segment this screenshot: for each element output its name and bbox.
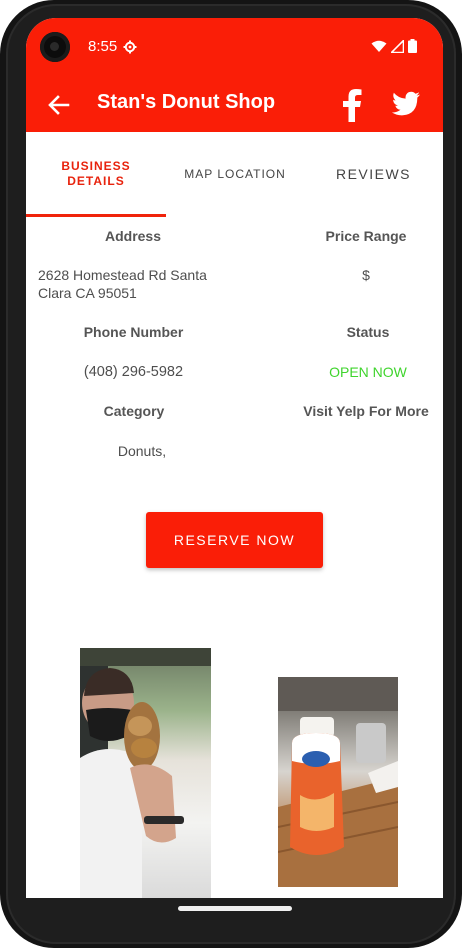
reserve-now-button[interactable]: RESERVE NOW (146, 512, 323, 568)
photo-customer-with-donut[interactable] (80, 648, 211, 898)
twitter-icon[interactable] (391, 90, 421, 118)
wifi-icon (371, 40, 387, 52)
facebook-icon[interactable] (340, 88, 364, 122)
photo-creamer-illustration (278, 677, 398, 887)
app-screen: 8:55 Stan's Donut Shop BUSINESS DETAILS … (26, 18, 443, 898)
app-bar: Stan's Donut Shop (26, 76, 443, 132)
tab-reviews-label: REVIEWS (335, 166, 412, 182)
phone-device: 8:55 Stan's Donut Shop BUSINESS DETAILS … (0, 0, 462, 948)
status-bar: 8:55 (26, 18, 443, 76)
status-label: Status (346, 324, 390, 340)
battery-icon (408, 39, 417, 53)
camera-cutout (40, 32, 70, 62)
category-label: Category (103, 403, 165, 419)
phone-number-value[interactable]: (408) 296-5982 (66, 364, 201, 380)
system-icons (371, 39, 417, 53)
tab-map-location[interactable]: MAP LOCATION (166, 132, 304, 216)
tab-business-details[interactable]: BUSINESS DETAILS (26, 132, 166, 216)
tab-map-location-label: MAP LOCATION (184, 167, 286, 181)
category-value: Donuts, (117, 443, 167, 459)
tab-bar: BUSINESS DETAILS MAP LOCATION REVIEWS (26, 132, 443, 217)
photo-coffee-creamer[interactable] (278, 677, 398, 887)
tab-business-details-label: BUSINESS DETAILS (61, 159, 131, 188)
status-value: OPEN NOW (329, 364, 407, 380)
status-time: 8:55 (88, 38, 118, 55)
visit-yelp-link[interactable]: Visit Yelp For More (296, 403, 436, 419)
phone-number-label: Phone Number (83, 324, 184, 340)
address-line-1: 2628 Homestead Rd Santa (38, 267, 207, 283)
app-title: Stan's Donut Shop (97, 91, 276, 113)
back-arrow-icon[interactable] (46, 92, 72, 118)
active-tab-indicator (26, 214, 166, 217)
gear-icon (123, 40, 137, 54)
price-range-label: Price Range (325, 228, 407, 244)
address-line-2: Clara CA 95051 (38, 285, 137, 301)
tab-reviews[interactable]: REVIEWS (304, 132, 443, 216)
price-range-value: $ (362, 267, 370, 283)
address-label: Address (104, 228, 162, 244)
home-indicator[interactable] (178, 906, 292, 911)
signal-icon (391, 39, 404, 53)
photo-customer-illustration (80, 648, 211, 898)
